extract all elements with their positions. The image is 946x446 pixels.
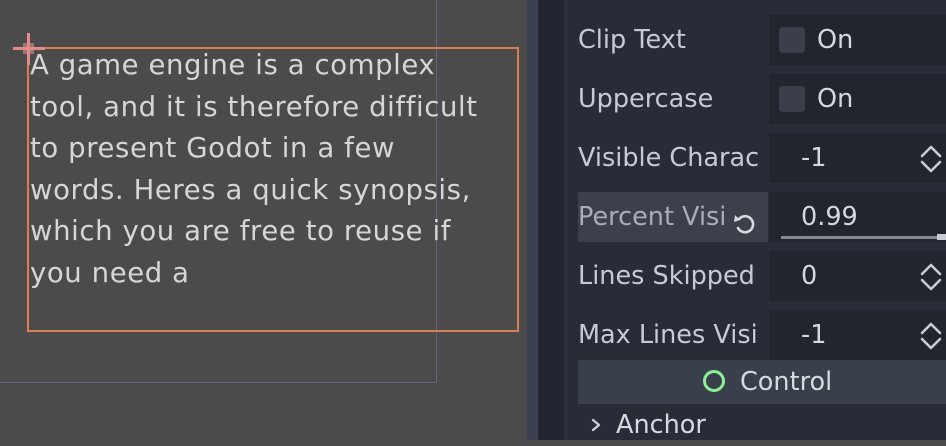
property-value: On <box>769 15 946 65</box>
spinbox-arrows-icon[interactable] <box>918 144 944 174</box>
spinbox-value[interactable]: -1 <box>801 310 826 360</box>
property-visible-characters: Visible Charac -1 <box>578 133 946 183</box>
property-name: Visible Charac <box>578 143 760 173</box>
control-node-icon <box>703 370 725 392</box>
property-uppercase: Uppercase On <box>578 74 946 124</box>
canvas-viewport[interactable]: A game engine is a complex tool, and it … <box>0 0 527 440</box>
property-value: On <box>769 74 946 124</box>
property-name: Max Lines Visi <box>578 320 758 350</box>
dock-split-gap <box>538 0 564 440</box>
viewport-vertical-scrollbar[interactable] <box>527 0 538 440</box>
max-lines-visible-spinbox[interactable]: -1 <box>769 310 946 360</box>
property-name: Lines Skipped <box>578 261 755 291</box>
pivot-crosshair-icon[interactable] <box>13 33 45 65</box>
revert-icon[interactable] <box>732 204 758 234</box>
spinbox-value[interactable]: -1 <box>801 133 826 183</box>
percent-visible-slider[interactable]: 0.99 <box>769 192 946 242</box>
spinbox-arrows-icon[interactable] <box>918 262 944 292</box>
property-name: Uppercase <box>578 84 714 114</box>
scrollbar-grabber[interactable] <box>527 0 538 440</box>
spinbox-value[interactable]: 0 <box>801 251 817 301</box>
checkbox-label[interactable]: On <box>817 15 853 65</box>
label-node-text: A game engine is a complex tool, and it … <box>30 49 478 289</box>
checkbox-label[interactable]: On <box>817 74 853 124</box>
section-header-control[interactable]: Control <box>578 360 946 404</box>
slider-track[interactable] <box>781 236 946 239</box>
chevron-right-icon[interactable] <box>589 417 603 432</box>
slider-value[interactable]: 0.99 <box>801 192 858 242</box>
slider-grabber[interactable] <box>937 234 946 240</box>
lines-skipped-spinbox[interactable]: 0 <box>769 251 946 301</box>
viewport-boundary-horizontal <box>0 382 437 383</box>
property-max-lines-visible: Max Lines Visi -1 <box>578 310 946 360</box>
clip-text-checkbox[interactable] <box>779 27 805 53</box>
section-title: Control <box>740 367 833 397</box>
inspector-panel: Clip Text On Uppercase On Visible Charac… <box>568 0 946 440</box>
property-lines-skipped: Lines Skipped 0 <box>578 251 946 301</box>
property-percent-visible: Percent Visi 0.99 <box>578 192 946 242</box>
uppercase-checkbox[interactable] <box>779 86 805 112</box>
property-name: Clip Text <box>578 25 686 55</box>
spinbox-arrows-icon[interactable] <box>918 321 944 351</box>
subsection-anchor[interactable]: Anchor <box>578 404 946 444</box>
property-name: Percent Visi <box>578 192 768 242</box>
visible-characters-spinbox[interactable]: -1 <box>769 133 946 183</box>
property-clip-text: Clip Text On <box>578 15 946 65</box>
